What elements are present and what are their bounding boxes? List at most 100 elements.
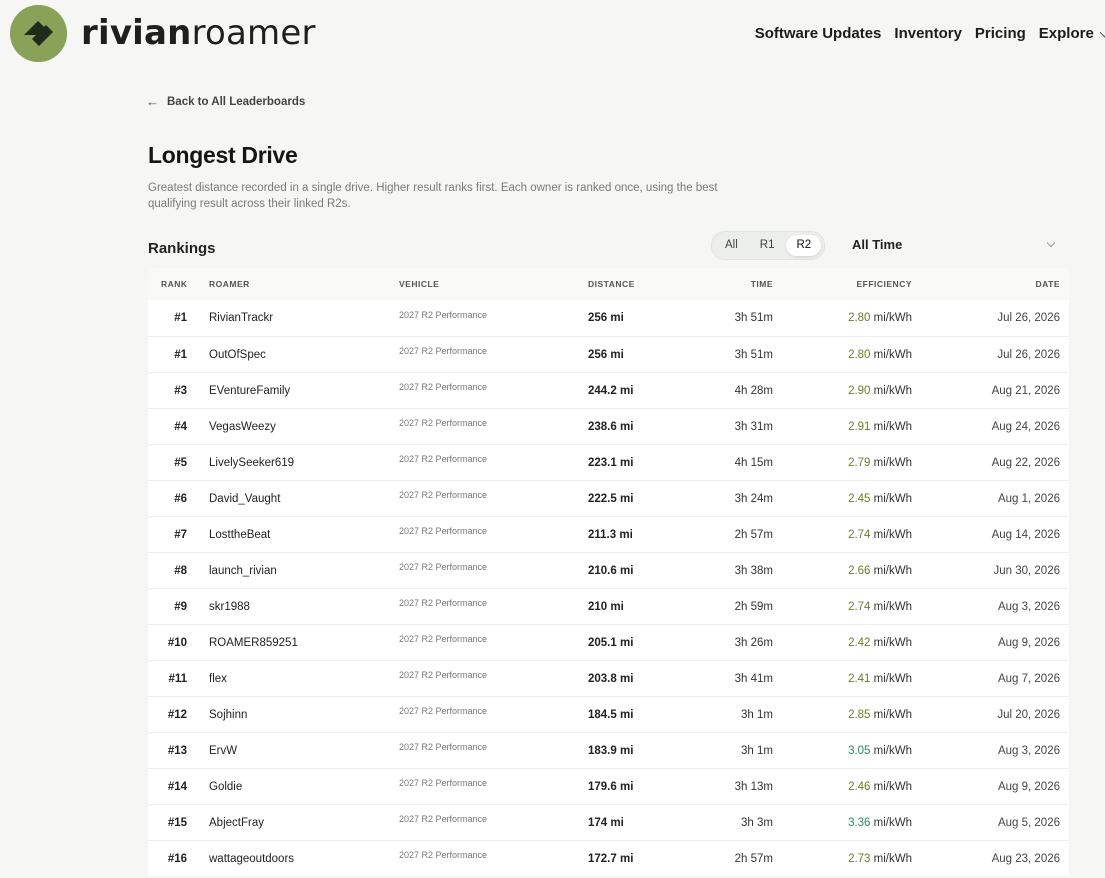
filter-r2[interactable]: R2 [786, 235, 822, 256]
rankings-table: Rank Roamer Vehicle Distance Time Effici… [148, 268, 1069, 876]
time-cell: 3h 31m [734, 420, 773, 433]
distance-cell: 222.5 mi [588, 492, 634, 505]
nav-inventory[interactable]: Inventory [894, 24, 962, 44]
roamer-cell[interactable]: ROAMER859251 [209, 637, 399, 649]
chevron-down-icon [1099, 27, 1105, 37]
distance-cell: 184.5 mi [588, 708, 634, 721]
time-cell: 3h 51m [734, 312, 773, 324]
roamer-cell[interactable]: LosttheBeat [209, 529, 399, 541]
nav-label: Explore [1038, 25, 1094, 42]
efficiency-cell: 3.05 mi/kWh [773, 745, 912, 757]
efficiency-cell: 3.36 mi/kWh [773, 817, 912, 829]
table-row[interactable]: #11 flex 2027 R2 Performance 203.8 mi 3h 41m… [148, 660, 1069, 696]
efficiency-unit: mi/kWh [873, 420, 912, 433]
time-cell: 4h 28m [734, 384, 773, 397]
date-cell: Aug 3, 2026 [997, 600, 1060, 613]
vehicle-cell: 2027 R2 Performance [399, 309, 488, 320]
col-rank[interactable]: Rank [148, 279, 187, 289]
rank-cell: #7 [174, 528, 187, 541]
table-row[interactable]: #12 Sojhinn 2027 R2 Performance 184.5 mi 3h … [148, 696, 1069, 732]
vehicle-cell: 2027 R2 Performance [399, 598, 488, 608]
date-cell: Aug 14, 2026 [991, 528, 1060, 541]
efficiency-value: 2.80 [848, 312, 871, 324]
roamer-cell[interactable]: flex [209, 673, 399, 685]
vehicle-cell: 2027 R2 Performance [399, 526, 488, 536]
efficiency-value: 2.41 [848, 672, 871, 685]
distance-cell: 203.8 mi [588, 672, 634, 685]
table-row[interactable]: #7 LosttheBeat 2027 R2 Performance 211.3 mi… [148, 516, 1069, 552]
roamer-cell[interactable]: VegasWeezy [209, 421, 399, 433]
col-time[interactable]: Time [683, 279, 773, 289]
col-date[interactable]: Date [912, 279, 1060, 289]
table-row[interactable]: #14 Goldie 2027 R2 Performance 179.6 mi 3h 1… [148, 768, 1069, 804]
efficiency-unit: mi/kWh [873, 780, 912, 793]
col-distance[interactable]: Distance [588, 279, 683, 289]
date-cell: Aug 3, 2026 [997, 744, 1060, 757]
roamer-cell[interactable]: Sojhinn [209, 709, 399, 721]
col-vehicle[interactable]: Vehicle [399, 279, 588, 289]
efficiency-unit: mi/kWh [873, 672, 912, 685]
roamer-cell[interactable]: Goldie [209, 781, 399, 793]
efficiency-value: 2.46 [848, 780, 871, 793]
vehicle-cell: 2027 R2 Performance [399, 346, 488, 356]
efficiency-value: 2.74 [848, 600, 871, 613]
table-row[interactable]: #13 ErvW 2027 R2 Performance 183.9 mi 3h 1m 3… [148, 732, 1069, 768]
table-row[interactable]: #10 ROAMER859251 2027 R2 Performance 205.1 … [148, 624, 1069, 660]
rivian-roamer-logo-icon[interactable] [10, 5, 67, 62]
time-cell: 3h 51m [734, 348, 773, 361]
roamer-cell[interactable]: EVentureFamily [209, 385, 399, 397]
roamer-cell[interactable]: OutOfSpec [209, 349, 399, 361]
distance-cell: 205.1 mi [588, 636, 634, 649]
rank-cell: #4 [174, 420, 187, 433]
rank-cell: #1 [174, 312, 187, 324]
col-roamer[interactable]: Roamer [187, 279, 399, 289]
roamer-cell[interactable]: skr1988 [209, 601, 399, 613]
roamer-cell[interactable]: launch_rivian [209, 565, 399, 577]
table-row[interactable]: #15 AbjectFray 2027 R2 Performance 174 mi 3h… [148, 804, 1069, 840]
model-filter: All R1 R2 [711, 231, 826, 260]
logo-wordmark[interactable]: rivianroamer [81, 11, 316, 55]
roamer-cell[interactable]: LivelySeeker619 [209, 457, 399, 469]
rank-cell: #10 [167, 636, 187, 649]
distance-cell: 211.3 mi [588, 528, 633, 541]
vehicle-cell: 2027 R2 Performance [399, 778, 488, 788]
efficiency-unit: mi/kWh [873, 384, 912, 397]
roamer-cell[interactable]: AbjectFray [209, 817, 399, 829]
table-row[interactable]: #3 EVentureFamily 2027 R2 Performance 244.2… [148, 372, 1069, 408]
rank-cell: #16 [167, 852, 187, 865]
time-cell: 3h 13m [734, 780, 773, 793]
filter-all[interactable]: All [715, 235, 748, 256]
roamer-cell[interactable]: David_Vaught [209, 493, 399, 505]
efficiency-cell: 2.45 mi/kWh [773, 493, 912, 505]
distance-cell: 256 mi [588, 348, 624, 361]
table-row[interactable]: #8 launch_rivian 2027 R2 Performance 210.6 … [148, 552, 1069, 588]
filter-r1[interactable]: R1 [750, 235, 785, 256]
nav-software-updates[interactable]: Software Updates [755, 24, 882, 44]
vehicle-cell: 2027 R2 Performance [399, 634, 488, 644]
efficiency-cell: 2.90 mi/kWh [773, 385, 912, 397]
table-row[interactable]: #5 LivelySeeker619 2027 R2 Performance 223.… [148, 444, 1069, 480]
nav-pricing[interactable]: Pricing [975, 24, 1026, 44]
efficiency-cell: 2.74 mi/kWh [773, 529, 912, 541]
vehicle-cell: 2027 R2 Performance [399, 490, 488, 500]
efficiency-value: 2.91 [848, 420, 871, 433]
nav-explore[interactable]: Explore [1039, 24, 1105, 44]
distance-cell: 244.2 mi [588, 384, 634, 397]
back-to-leaderboards-link[interactable]: ← Back to All Leaderboards [146, 94, 305, 109]
rank-cell: #9 [174, 600, 187, 613]
efficiency-cell: 2.66 mi/kWh [773, 565, 912, 577]
roamer-cell[interactable]: wattageoutdoors [209, 853, 399, 865]
page-title: Longest Drive [148, 142, 298, 168]
table-row[interactable]: #6 David_Vaught 2027 R2 Performance 222.5 m… [148, 480, 1069, 516]
table-row[interactable]: #1 OutOfSpec 2027 R2 Performance 256 mi 3h 5… [148, 336, 1069, 372]
col-efficiency[interactable]: Efficiency [773, 279, 912, 289]
roamer-cell[interactable]: ErvW [209, 745, 399, 757]
timeframe-select[interactable]: All Time [840, 231, 1066, 258]
table-row[interactable]: #16 wattageoutdoors 2027 R2 Performance 172… [148, 840, 1069, 876]
roamer-cell[interactable]: RivianTrackr [209, 312, 399, 324]
table-row[interactable]: #1 RivianTrackr 2027 R2 Performance 256 mi 3… [148, 300, 1069, 336]
date-cell: Aug 9, 2026 [997, 636, 1060, 649]
table-row[interactable]: #9 skr1988 2027 R2 Performance 210 mi 2h 59m… [148, 588, 1069, 624]
table-row[interactable]: #4 VegasWeezy 2027 R2 Performance 238.6 mi 3… [148, 408, 1069, 444]
nav-label: Software Updates [754, 25, 882, 42]
